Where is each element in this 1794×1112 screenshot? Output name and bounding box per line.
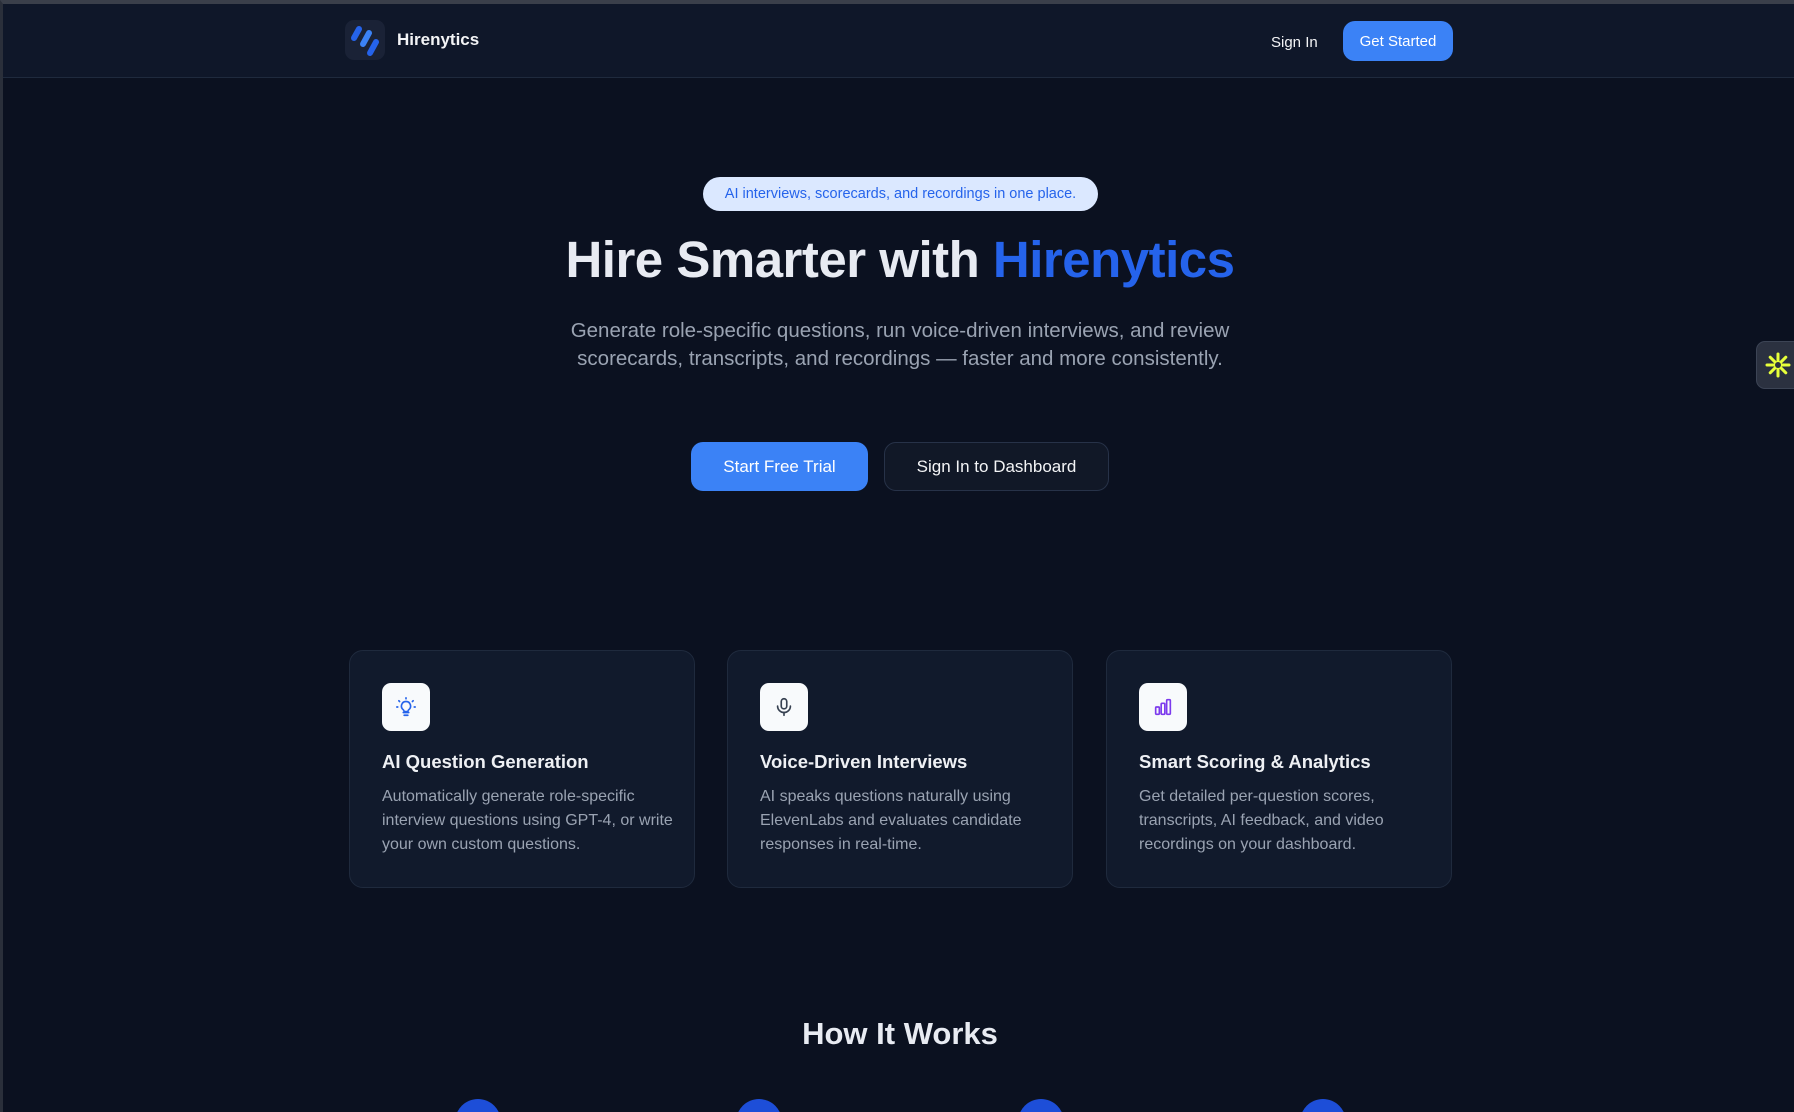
sparkle-icon xyxy=(1765,352,1791,378)
feature-card-scoring: Smart Scoring & Analytics Get detailed p… xyxy=(1106,650,1452,888)
feature-description: Automatically generate role-specific int… xyxy=(382,788,673,853)
feature-card-ai-questions: AI Question Generation Automatically gen… xyxy=(349,650,695,888)
step-number-badge xyxy=(736,1099,782,1112)
hero-subtitle: Generate role-specific questions, run vo… xyxy=(570,319,1230,370)
sign-in-link[interactable]: Sign In xyxy=(1271,34,1318,51)
assistant-widget-button[interactable] xyxy=(1756,341,1794,389)
get-started-button[interactable]: Get Started xyxy=(1343,21,1453,61)
feature-title: Voice-Driven Interviews xyxy=(760,751,968,772)
feature-description: AI speaks questions naturally using Elev… xyxy=(760,788,1022,853)
step-number-badge xyxy=(455,1099,501,1112)
hero-tagline-pill: AI interviews, scorecards, and recording… xyxy=(703,177,1098,211)
feature-description: Get detailed per-question scores, transc… xyxy=(1139,788,1384,853)
microphone-icon xyxy=(760,683,808,731)
brand[interactable]: Hirenytics xyxy=(345,20,479,60)
feature-card-voice-interviews: Voice-Driven Interviews AI speaks questi… xyxy=(727,650,1073,888)
step-number-badge xyxy=(1018,1099,1064,1112)
bar-chart-icon xyxy=(1139,683,1187,731)
hero-title-prefix: Hire Smarter with xyxy=(565,231,993,288)
start-free-trial-button[interactable]: Start Free Trial xyxy=(691,442,868,491)
feature-title: Smart Scoring & Analytics xyxy=(1139,751,1371,772)
how-it-works-title: How It Works xyxy=(802,1016,998,1051)
site-header: Hirenytics Sign In Get Started xyxy=(3,4,1794,78)
hero-title: Hire Smarter with Hirenytics xyxy=(3,230,1794,289)
lightbulb-icon xyxy=(382,683,430,731)
brand-logo-icon xyxy=(345,20,385,60)
step-number-badge xyxy=(1300,1099,1346,1112)
feature-title: AI Question Generation xyxy=(382,751,589,772)
brand-name: Hirenytics xyxy=(397,30,480,49)
sign-in-dashboard-button[interactable]: Sign In to Dashboard xyxy=(884,442,1109,491)
hero-title-accent: Hirenytics xyxy=(992,231,1235,288)
browser-viewport: Hirenytics Sign In Get Started AI interv… xyxy=(0,0,1794,1112)
